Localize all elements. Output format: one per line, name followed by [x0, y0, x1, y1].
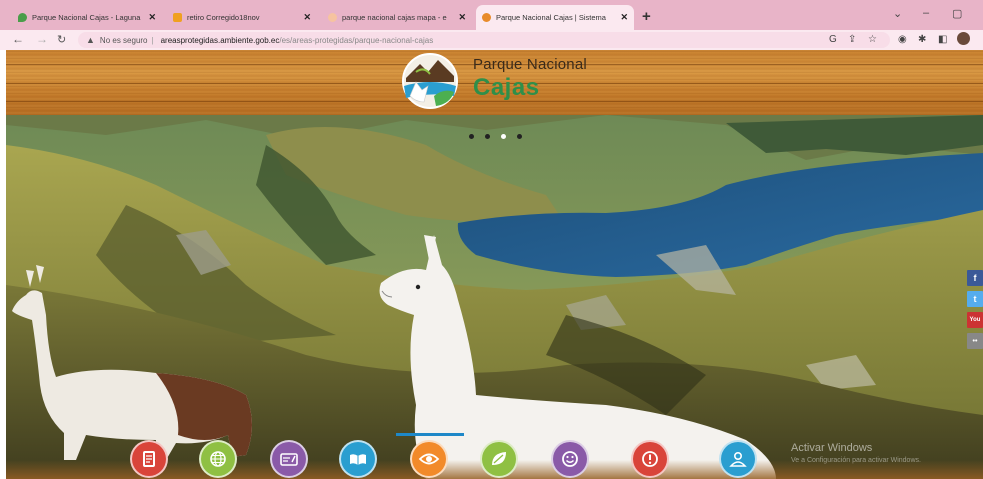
tab-sistema[interactable]: Parque Nacional Cajas | Sistema ✕	[476, 5, 634, 30]
youtube-icon[interactable]: You	[967, 312, 983, 328]
globe-icon[interactable]	[199, 440, 237, 478]
url-host: areasprotegidas.ambiente.gob.ec	[160, 35, 280, 45]
alert-icon[interactable]	[631, 440, 669, 478]
tab-title: retiro Corregido18nov	[187, 13, 260, 22]
slider-dot[interactable]	[517, 134, 522, 139]
facebook-icon[interactable]: f	[967, 270, 983, 286]
hero-slider-image	[6, 115, 983, 479]
leaf-icon[interactable]	[480, 440, 518, 478]
divider: |	[151, 35, 154, 45]
tab-laguna[interactable]: Parque Nacional Cajas - Laguna ✕	[12, 5, 162, 30]
tab-retiro[interactable]: retiro Corregido18nov ✕	[167, 5, 317, 30]
favicon-icon	[18, 13, 27, 22]
url-text[interactable]: areasprotegidas.ambiente.gob.ec/es/areas…	[161, 36, 434, 45]
slider-dot[interactable]	[485, 134, 490, 139]
security-label[interactable]: No es seguro	[100, 36, 148, 45]
park-logo-icon[interactable]	[394, 52, 466, 110]
forward-icon[interactable]: →	[36, 32, 48, 46]
smiley-icon[interactable]	[551, 440, 589, 478]
slider-dots	[469, 134, 522, 139]
document-icon[interactable]	[130, 440, 168, 478]
share-icon[interactable]: ⇪	[848, 34, 856, 45]
sidepanel-icon[interactable]: ◧	[938, 34, 947, 45]
extension-icon[interactable]: ◉	[898, 34, 907, 45]
warning-icon: ▲	[86, 35, 95, 45]
logo-title-line1: Parque Nacional	[473, 56, 587, 73]
close-tab-icon[interactable]: ✕	[458, 12, 466, 23]
tab-search-icon[interactable]: ⌄	[893, 7, 902, 20]
slider-dot[interactable]	[469, 134, 474, 139]
windows-watermark-title: Activar Windows	[791, 442, 873, 454]
tab-mapa[interactable]: parque nacional cajas mapa - e ✕	[322, 5, 472, 30]
back-icon[interactable]: ←	[12, 32, 24, 46]
eye-icon[interactable]	[410, 440, 448, 478]
person-icon[interactable]	[719, 440, 757, 478]
new-tab-button[interactable]: +	[642, 8, 651, 25]
browser-tab-bar: Parque Nacional Cajas - Laguna ✕ retiro …	[0, 0, 983, 30]
page-content: Parque Nacional Cajas f t You •• Activar…	[6, 50, 983, 479]
bookmark-star-icon[interactable]: ☆	[868, 34, 877, 45]
favicon-icon	[482, 13, 491, 22]
close-tab-icon[interactable]: ✕	[148, 12, 156, 23]
card-icon[interactable]	[270, 440, 308, 478]
favicon-icon	[328, 13, 337, 22]
url-path: /es/areas-protegidas/parque-nacional-caj…	[279, 35, 434, 45]
slider-dot-active[interactable]	[501, 134, 506, 139]
google-icon[interactable]: G	[829, 34, 837, 45]
tab-title: Parque Nacional Cajas | Sistema	[496, 13, 606, 22]
tab-title: parque nacional cajas mapa - e	[342, 13, 447, 22]
puzzle-icon[interactable]: ✱	[918, 34, 926, 45]
active-indicator	[396, 433, 464, 436]
book-icon[interactable]	[339, 440, 377, 478]
logo-title-line2: Cajas	[473, 74, 540, 101]
minimize-button[interactable]: –	[923, 7, 929, 19]
address-toolbar: ← → ↻ ▲ No es seguro | areasprotegidas.a…	[0, 30, 983, 50]
address-bar[interactable]: ▲ No es seguro | areasprotegidas.ambient…	[78, 32, 890, 48]
close-tab-icon[interactable]: ✕	[620, 12, 628, 23]
close-tab-icon[interactable]: ✕	[303, 12, 311, 23]
header-wood-banner: Parque Nacional Cajas	[6, 50, 983, 115]
twitter-icon[interactable]: t	[967, 291, 983, 307]
tab-title: Parque Nacional Cajas - Laguna	[32, 13, 141, 22]
flickr-icon[interactable]: ••	[967, 333, 983, 349]
reload-icon[interactable]: ↻	[57, 33, 66, 46]
avatar[interactable]	[957, 32, 970, 45]
maximize-button[interactable]: ▢	[952, 7, 962, 20]
favicon-icon	[173, 13, 182, 22]
